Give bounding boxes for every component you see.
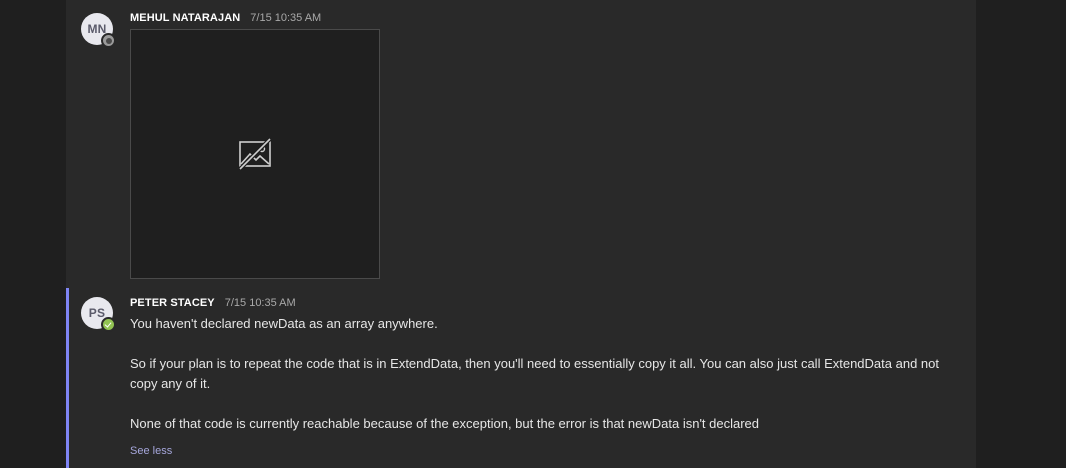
message-paragraph: So if your plan is to repeat the code th… <box>130 356 939 391</box>
chat-panel: MN MEHUL NATARAJAN 7/15 10:35 AM PS PETE… <box>66 0 976 468</box>
image-attachment[interactable] <box>130 29 380 279</box>
author-name[interactable]: PETER STACEY <box>130 297 215 309</box>
author-name[interactable]: MEHUL NATARAJAN <box>130 12 240 24</box>
avatar[interactable]: PS <box>81 297 116 332</box>
broken-image-icon <box>238 137 272 171</box>
chat-message: PS PETER STACEY 7/15 10:35 AM You haven'… <box>66 288 976 468</box>
message-timestamp: 7/15 10:35 AM <box>224 297 296 309</box>
message-timestamp: 7/15 10:35 AM <box>250 12 322 24</box>
away-status-icon <box>101 33 116 48</box>
message-accent-bar <box>66 288 69 468</box>
right-gutter <box>976 0 1066 468</box>
message-paragraph: You haven't declared newData as an array… <box>130 316 438 331</box>
message-header: PETER STACEY 7/15 10:35 AM <box>130 297 296 309</box>
chat-message: MN MEHUL NATARAJAN 7/15 10:35 AM <box>66 0 976 290</box>
see-less-link[interactable]: See less <box>130 445 172 457</box>
message-header: MEHUL NATARAJAN 7/15 10:35 AM <box>130 12 321 24</box>
available-status-icon <box>101 317 116 332</box>
message-body: You haven't declared newData as an array… <box>130 314 960 434</box>
avatar[interactable]: MN <box>81 13 116 48</box>
message-paragraph: None of that code is currently reachable… <box>130 416 760 431</box>
